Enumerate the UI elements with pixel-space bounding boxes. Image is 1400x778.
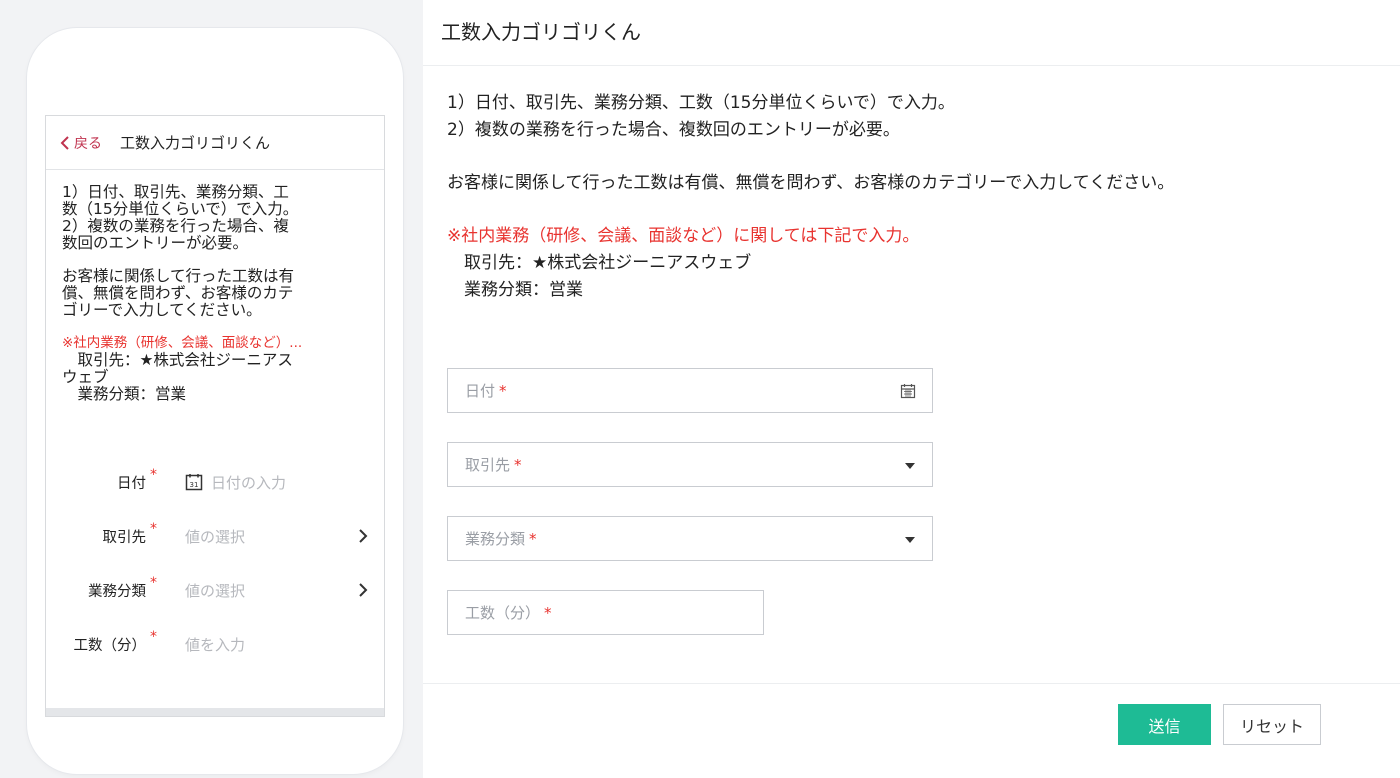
back-label: 戻る [74,135,102,152]
calendar-icon[interactable] [900,383,916,399]
internal-note-line: ウェブ [62,368,109,386]
instruction-line: 1）日付、取引先、業務分類、工 [62,183,289,201]
instruction-line: 2）複数の業務を行った場合、複 [62,217,289,235]
entry-form: 日付 * 取引先 * 業務分類 * 工数（分） * [447,368,933,664]
category-select-placeholder[interactable]: 値の選択 [185,580,245,601]
required-mark: * [529,529,537,548]
mobile-description: 1）日付、取引先、業務分類、工 数（15分単位くらいで）で入力。 2）複数の業務… [46,170,384,403]
hours-placeholder: 工数（分） [465,604,541,622]
instruction-line: 2）複数の業務を行った場合、複数回のエントリーが必要。 [447,120,900,140]
back-button[interactable]: 戻る [60,133,102,153]
svg-text:31: 31 [190,481,199,489]
chevron-right-icon [359,529,368,543]
internal-note-line: 取引先：★株式会社ジーニアス [62,351,293,369]
field-label: 取引先 [102,529,147,546]
internal-note-title: ※社内業務（研修、会議、面談など）... [62,335,303,351]
required-mark: * [150,521,157,537]
required-mark: * [514,455,522,474]
date-field[interactable]: 日付 * [447,368,933,413]
required-mark: * [544,603,552,622]
required-mark: * [150,575,157,591]
mobile-date-row[interactable]: 日付 * 31 日付の入力 [46,455,384,509]
client-select-placeholder[interactable]: 値の選択 [185,526,245,547]
hours-input-placeholder[interactable]: 値を入力 [185,634,245,655]
footer-divider [423,683,1400,684]
calendar-icon: 31 [185,474,203,491]
internal-note-line: 取引先：★株式会社ジーニアスウェブ [447,253,752,273]
client-placeholder: 取引先 [465,456,511,474]
form-description: 1）日付、取引先、業務分類、工数（15分単位くらいで）で入力。 2）複数の業務を… [423,66,1400,304]
hours-input[interactable]: 工数（分） * [447,590,764,635]
required-mark: * [150,629,157,645]
reset-button[interactable]: リセット [1223,704,1321,745]
category-placeholder: 業務分類 [465,530,526,548]
mobile-preview-frame: 戻る 工数入力ゴリゴリくん 1）日付、取引先、業務分類、工 数（15分単位くらい… [27,28,403,774]
mobile-header: 戻る 工数入力ゴリゴリくん [46,116,384,170]
date-input[interactable]: 31 日付の入力 [185,472,286,493]
date-placeholder: 日付の入力 [211,473,287,492]
instruction-line: 数回のエントリーが必要。 [62,234,249,252]
note-line: ゴリーで入力してください。 [62,301,262,319]
note-line: お客様に関係して行った工数は有償、無償を問わず、お客様のカテゴリーで入力してくだ… [447,173,1175,193]
internal-note-title: ※社内業務（研修、会議、面談など）に関しては下記で入力。 [447,226,920,246]
mobile-footer-strip [46,708,384,716]
note-line: お客様に関係して行った工数は有 [62,267,295,285]
internal-note-line: 業務分類：営業 [62,385,187,403]
instruction-line: 1）日付、取引先、業務分類、工数（15分単位くらいで）で入力。 [447,93,955,113]
chevron-left-icon [60,135,69,150]
internal-note-line: 業務分類：営業 [447,280,583,300]
client-select[interactable]: 取引先 * [447,442,933,487]
mobile-form: 日付 * 31 日付の入力 取引先 * 値の選択 業務分類 * 値の選択 工数（… [46,455,384,671]
category-select[interactable]: 業務分類 * [447,516,933,561]
mobile-title: 工数入力ゴリゴリくん [120,134,271,152]
caret-down-icon [905,463,915,469]
chevron-right-icon [359,583,368,597]
form-panel: 工数入力ゴリゴリくん 1）日付、取引先、業務分類、工数（15分単位くらいで）で入… [423,0,1400,778]
mobile-screen: 戻る 工数入力ゴリゴリくん 1）日付、取引先、業務分類、工 数（15分単位くらい… [45,115,385,717]
caret-down-icon [905,537,915,543]
mobile-category-row[interactable]: 業務分類 * 値の選択 [46,563,384,617]
submit-button[interactable]: 送信 [1118,704,1211,745]
date-placeholder: 日付 [465,382,496,400]
field-label: 日付 [117,475,146,492]
required-mark: * [150,467,157,483]
field-label: 工数（分） [73,637,147,654]
mobile-client-row[interactable]: 取引先 * 値の選択 [46,509,384,563]
note-line: 償、無償を問わず、お客様のカテ [62,284,294,302]
instruction-line: 数（15分単位くらいで）で入力。 [62,200,299,218]
mobile-hours-row[interactable]: 工数（分） * 値を入力 [46,617,384,671]
page-title: 工数入力ゴリゴリくん [423,0,1400,66]
required-mark: * [499,381,507,400]
field-label: 業務分類 [88,583,146,600]
